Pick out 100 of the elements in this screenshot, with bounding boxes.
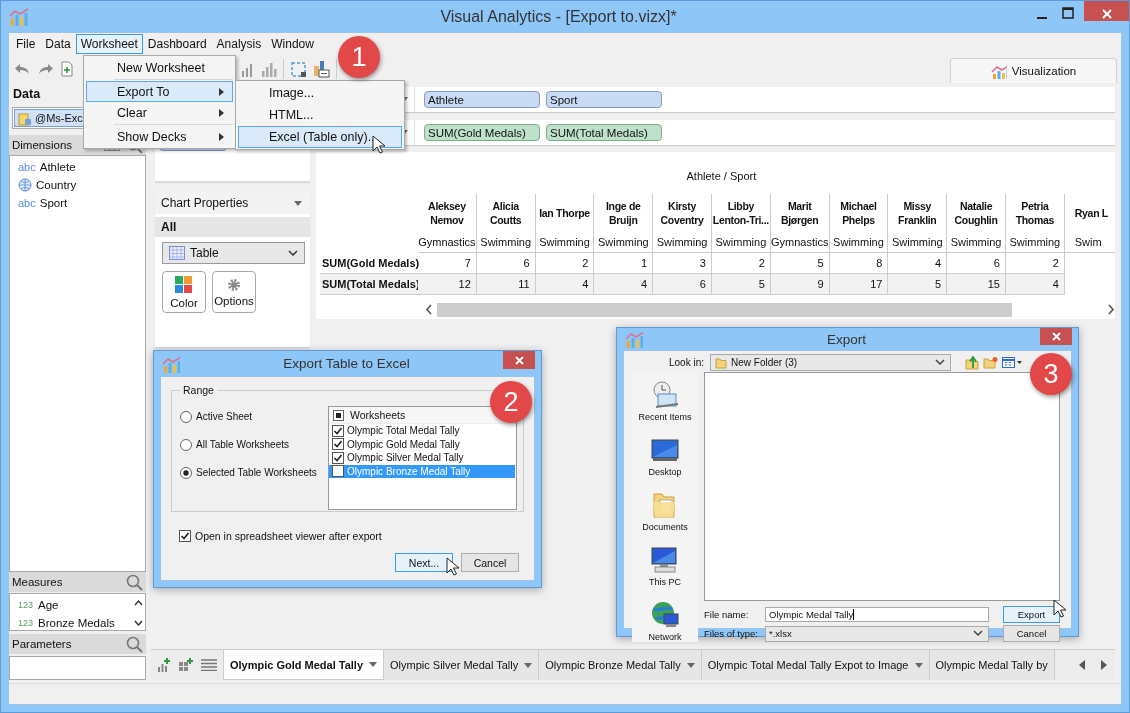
scroll-up-icon[interactable] <box>133 600 143 606</box>
menu-item[interactable]: Analysis <box>211 34 267 54</box>
place-label[interactable]: Desktop <box>648 467 682 477</box>
radio-button[interactable] <box>180 410 192 423</box>
add-dashboard-icon[interactable] <box>178 657 194 673</box>
chart-option-button[interactable]: Color <box>162 271 206 313</box>
place-label[interactable]: Documents <box>642 522 688 532</box>
add-chart-icon[interactable] <box>157 657 171 673</box>
place-label[interactable]: Recent Items <box>638 412 692 422</box>
checkbox[interactable] <box>332 424 344 437</box>
sheet-tab[interactable]: Olympic Bronze Medal Tally <box>539 650 702 680</box>
list-item[interactable]: Olympic Gold Medal Tally <box>329 437 515 451</box>
new-page-icon[interactable] <box>61 61 73 77</box>
new-folder-icon[interactable] <box>983 356 998 369</box>
chevron-down-icon[interactable] <box>288 249 298 257</box>
list-item[interactable]: Olympic Silver Medal Tally <box>329 451 515 465</box>
field-item[interactable]: Age <box>38 599 59 611</box>
checkbox-label: Open in spreadsheet viewer after export <box>195 530 382 542</box>
folder-icon <box>715 356 727 369</box>
search-icon[interactable] <box>126 573 143 591</box>
folder-up-icon[interactable] <box>965 355 979 370</box>
field-item[interactable]: Sport <box>39 197 68 209</box>
scroll-left-icon[interactable] <box>425 304 433 315</box>
export-chart-icon[interactable] <box>313 60 330 78</box>
field-pill[interactable]: SUM(Gold Medals) <box>424 124 540 141</box>
file-type-select[interactable]: *.xlsx <box>765 625 989 642</box>
sheet-tab[interactable]: Olympic Silver Medal Tally <box>384 650 540 680</box>
submenu-arrow-icon <box>219 132 224 141</box>
menu-item[interactable]: Worksheet <box>75 34 143 54</box>
dialog-button[interactable]: Next... <box>395 553 453 572</box>
menu-item[interactable]: Show Decks <box>86 126 233 147</box>
field-pill[interactable]: Sport <box>546 91 662 108</box>
selection-icon[interactable] <box>290 60 307 78</box>
submenu-arrow-icon <box>219 108 224 117</box>
dropdown-arrow-icon[interactable] <box>686 662 695 668</box>
dialog-button[interactable]: Export <box>1003 606 1060 623</box>
dropdown-arrow-icon[interactable] <box>914 662 923 668</box>
chevron-down-icon[interactable] <box>973 630 983 637</box>
place-label[interactable]: This PC <box>649 577 681 587</box>
panel-title: Chart Properties <box>161 196 249 210</box>
close-button[interactable] <box>1040 328 1072 345</box>
checkbox[interactable] <box>332 465 344 478</box>
row-header: SUM(Total Medals) <box>320 274 418 295</box>
menu-item[interactable]: File <box>11 34 41 54</box>
tab-right-icon[interactable] <box>1101 660 1107 670</box>
radio-button[interactable] <box>180 466 192 479</box>
file-name-field[interactable]: Olympic Medal Tally <box>765 607 989 622</box>
checkbox[interactable] <box>332 438 344 451</box>
column-header: Swimming <box>476 232 536 253</box>
sheet-tab[interactable]: Olympic Total Medal Tally Expot to Image <box>701 650 930 680</box>
field-label: Files of type: <box>704 628 759 639</box>
table-cell: 5 <box>712 274 771 295</box>
search-icon[interactable] <box>126 635 143 653</box>
menu-icon[interactable] <box>201 659 217 671</box>
scroll-right-icon[interactable] <box>1107 304 1115 315</box>
list-item[interactable]: Olympic Total Medal Tally <box>329 424 515 438</box>
menu-item[interactable]: Image... <box>238 82 402 104</box>
scrollbar-thumb[interactable] <box>437 302 1012 317</box>
radio-button[interactable] <box>180 438 192 451</box>
column-header: Kirsty Coventry <box>653 194 712 232</box>
dropdown-arrow-icon[interactable] <box>524 662 533 668</box>
menu-item[interactable]: Dashboard <box>142 34 212 54</box>
table-cell: 12 <box>418 274 477 295</box>
close-button[interactable] <box>503 351 535 369</box>
sheet-tab[interactable]: Olympic Medal Tally by <box>929 650 1055 680</box>
checkbox[interactable] <box>179 530 191 542</box>
chart-option-button[interactable]: Options <box>212 271 256 313</box>
column-header: Swimming <box>829 232 889 253</box>
scroll-down-icon[interactable] <box>133 620 143 626</box>
dialog-button[interactable]: Cancel <box>1003 625 1060 642</box>
field-item[interactable]: Athlete <box>39 161 76 173</box>
field-pill[interactable]: SUM(Total Medals) <box>546 124 662 141</box>
chevron-down-icon[interactable] <box>935 359 945 366</box>
parameter-field[interactable] <box>9 656 146 680</box>
view-tab[interactable]: Visualization <box>950 58 1117 83</box>
sheet-tab[interactable]: Olympic Gold Medal Tally <box>223 650 385 680</box>
folder-select[interactable]: New Folder (3) <box>710 354 951 371</box>
field-item[interactable]: Bronze Medals <box>38 617 115 629</box>
chart-type-select[interactable]: Table <box>162 242 305 264</box>
menu-item[interactable]: Window <box>266 34 319 54</box>
field-item[interactable]: Country <box>36 179 77 191</box>
column-header: Alicia Coutts <box>476 194 536 232</box>
dropdown-arrow-icon[interactable] <box>369 662 378 667</box>
dropdown-arrow-icon[interactable] <box>294 200 302 206</box>
checkbox[interactable] <box>332 451 344 464</box>
gear-icon <box>227 277 241 292</box>
view-menu-icon[interactable] <box>1002 356 1022 369</box>
menu-item[interactable]: Export To <box>86 81 233 102</box>
place-label[interactable]: Network <box>648 632 682 642</box>
menu-item[interactable]: HTML... <box>238 104 402 126</box>
dialog-button[interactable]: Cancel <box>461 553 519 572</box>
table-cell: 17 <box>829 274 889 295</box>
menu-item[interactable]: Data <box>40 34 76 54</box>
field-pill[interactable]: Athlete <box>424 91 540 108</box>
tab-left-icon[interactable] <box>1079 660 1085 670</box>
close-button[interactable] <box>1084 1 1129 21</box>
maximize-icon[interactable] <box>1062 7 1074 19</box>
partial-checkbox-icon[interactable] <box>333 409 344 421</box>
menu-item[interactable]: Excel (Table only)... <box>238 126 402 148</box>
menu-item[interactable]: New Worksheet <box>86 57 233 78</box>
